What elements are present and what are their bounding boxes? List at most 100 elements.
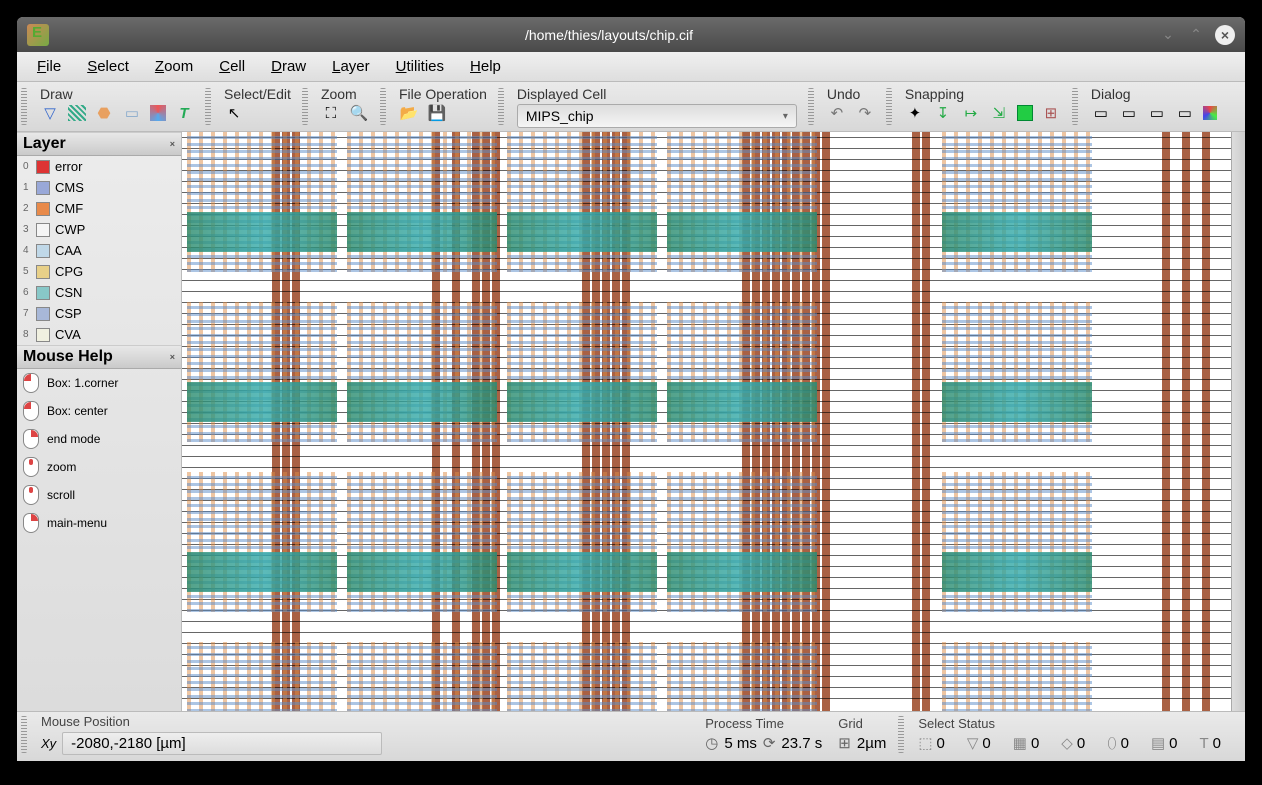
dialog-1-icon[interactable]: ▭ — [1091, 104, 1111, 122]
toolbar-grip[interactable] — [21, 88, 27, 125]
snap-3-icon[interactable]: ↦ — [961, 104, 981, 122]
select-count: ▽0 — [967, 734, 991, 752]
toolbar: Draw ▽ ⬣ ▭ T Select/Edit ↖ Zoom ⛶ 🔍 — [17, 82, 1245, 132]
dialog-3-icon[interactable]: ▭ — [1147, 104, 1167, 122]
draw-grid-icon[interactable] — [150, 105, 166, 121]
layer-index: 2 — [23, 203, 31, 214]
layer-name: CMF — [55, 201, 83, 216]
layer-index: 7 — [23, 308, 31, 319]
layer-name: CPG — [55, 264, 83, 279]
layer-row[interactable]: 1 CMS — [17, 177, 181, 198]
toolbar-zoom-group: Zoom ⛶ 🔍 — [314, 84, 376, 129]
vertical-scrollbar[interactable] — [1231, 132, 1245, 711]
redo-icon[interactable]: ↷ — [855, 104, 875, 122]
undo-icon[interactable]: ↶ — [827, 104, 847, 122]
select-count: T0 — [1199, 735, 1221, 752]
zoom-fit-icon[interactable]: ⛶ — [321, 104, 341, 122]
minimize-button[interactable]: ⌄ — [1159, 26, 1177, 44]
mouse-icon — [23, 485, 39, 505]
toolbar-draw-label: Draw — [40, 85, 194, 104]
toolbar-snap-label: Snapping — [905, 85, 1061, 104]
menu-zoom[interactable]: Zoom — [143, 54, 205, 79]
draw-misc-icon[interactable]: ▭ — [122, 104, 142, 122]
titlebar[interactable]: /home/thies/layouts/chip.cif ⌄ ⌃ × — [17, 17, 1245, 52]
layer-swatch-icon — [36, 265, 50, 279]
layer-row[interactable]: 8CVA — [17, 324, 181, 345]
layer-name: CAA — [55, 243, 82, 258]
toolbar-grip[interactable] — [886, 88, 892, 125]
layer-row[interactable]: 7CSP — [17, 303, 181, 324]
layer-row[interactable]: 6CSN — [17, 282, 181, 303]
select-count: ⬚0 — [918, 734, 945, 752]
snap-6-icon[interactable]: ⊞ — [1041, 104, 1061, 122]
layout-canvas[interactable] — [182, 132, 1231, 711]
close-button[interactable]: × — [1215, 25, 1235, 45]
app-window: /home/thies/layouts/chip.cif ⌄ ⌃ × File … — [17, 17, 1245, 761]
select-cursor-icon[interactable]: ↖ — [224, 104, 244, 122]
dialog-2-icon[interactable]: ▭ — [1119, 104, 1139, 122]
select-type-icon: ▤ — [1151, 734, 1165, 752]
dialog-4-icon[interactable]: ▭ — [1175, 104, 1195, 122]
snap-5-icon[interactable] — [1017, 105, 1033, 121]
toolbar-grip[interactable] — [205, 88, 211, 125]
toolbar-grip[interactable] — [498, 88, 504, 125]
main-body: Layer × 0error1CMS2CMF3CWP4CAA5CPG6CSN7C… — [17, 132, 1245, 711]
app-logo-icon — [27, 24, 49, 46]
layer-name: CMS — [55, 180, 84, 195]
select-type-icon: ⬚ — [918, 734, 932, 752]
layer-row[interactable]: 2 CMF — [17, 198, 181, 219]
displayed-cell-value: MIPS_chip — [526, 108, 594, 124]
snap-1-icon[interactable]: ✦ — [905, 104, 925, 122]
layer-row[interactable]: 0error — [17, 156, 181, 177]
draw-hatch-icon[interactable] — [68, 105, 86, 121]
file-save-icon[interactable]: 💾 — [427, 104, 447, 122]
mousehelp-label: Box: 1.corner — [47, 376, 118, 390]
status-grip[interactable] — [21, 716, 27, 753]
menu-utilities[interactable]: Utilities — [384, 54, 456, 79]
zoom-magnify-icon[interactable]: 🔍 — [349, 104, 369, 122]
snap-2-icon[interactable]: ↧ — [933, 104, 953, 122]
layer-swatch-icon — [36, 328, 50, 342]
menu-cell[interactable]: Cell — [207, 54, 257, 79]
menu-help[interactable]: Help — [458, 54, 513, 79]
toolbar-grip[interactable] — [302, 88, 308, 125]
file-open-icon[interactable]: 📂 — [399, 104, 419, 122]
xy-icon: Xy — [41, 736, 56, 751]
status-mouse-pos: Mouse Position Xy -2080,-2180 [µm] — [37, 712, 386, 757]
draw-tri-icon[interactable]: ▽ — [40, 104, 60, 122]
snap-4-icon[interactable]: ⇲ — [989, 104, 1009, 122]
toolbar-cell-label: Displayed Cell — [517, 85, 797, 104]
maximize-button[interactable]: ⌃ — [1187, 26, 1205, 44]
select-type-icon: ▦ — [1013, 734, 1027, 752]
mousehelp-panel-close-icon[interactable]: × — [170, 352, 175, 362]
window-title: /home/thies/layouts/chip.cif — [59, 27, 1159, 43]
menu-layer[interactable]: Layer — [320, 54, 382, 79]
menu-file[interactable]: File — [25, 54, 73, 79]
mousehelp-row: scroll — [17, 481, 181, 509]
layer-row[interactable]: 5CPG — [17, 261, 181, 282]
toolbar-file-group: File Operation 📂 💾 — [392, 84, 494, 129]
status-grip[interactable] — [898, 716, 904, 753]
toolbar-select-group: Select/Edit ↖ — [217, 84, 298, 129]
dialog-5-icon[interactable] — [1203, 106, 1217, 120]
toolbar-grip[interactable] — [808, 88, 814, 125]
toolbar-grip[interactable] — [380, 88, 386, 125]
layer-index: 1 — [23, 182, 31, 193]
mousehelp-row: Box: 1.corner — [17, 369, 181, 397]
layer-row[interactable]: 4CAA — [17, 240, 181, 261]
menu-select[interactable]: Select — [75, 54, 141, 79]
layer-row[interactable]: 3CWP — [17, 219, 181, 240]
displayed-cell-combo[interactable]: MIPS_chip ▾ — [517, 104, 797, 128]
draw-poly-icon[interactable]: ⬣ — [94, 104, 114, 122]
toolbar-grip[interactable] — [1072, 88, 1078, 125]
select-count: ◇0 — [1061, 734, 1085, 752]
mousehelp-row: end mode — [17, 425, 181, 453]
process-time-value: 5 ms — [724, 735, 757, 752]
toolbar-select-label: Select/Edit — [224, 85, 291, 104]
select-type-icon: ⬯ — [1107, 735, 1116, 752]
draw-text-icon[interactable]: T — [174, 104, 194, 122]
menu-draw[interactable]: Draw — [259, 54, 318, 79]
layer-index: 8 — [23, 329, 31, 340]
layer-name: CWP — [55, 222, 85, 237]
layer-panel-close-icon[interactable]: × — [170, 139, 175, 149]
